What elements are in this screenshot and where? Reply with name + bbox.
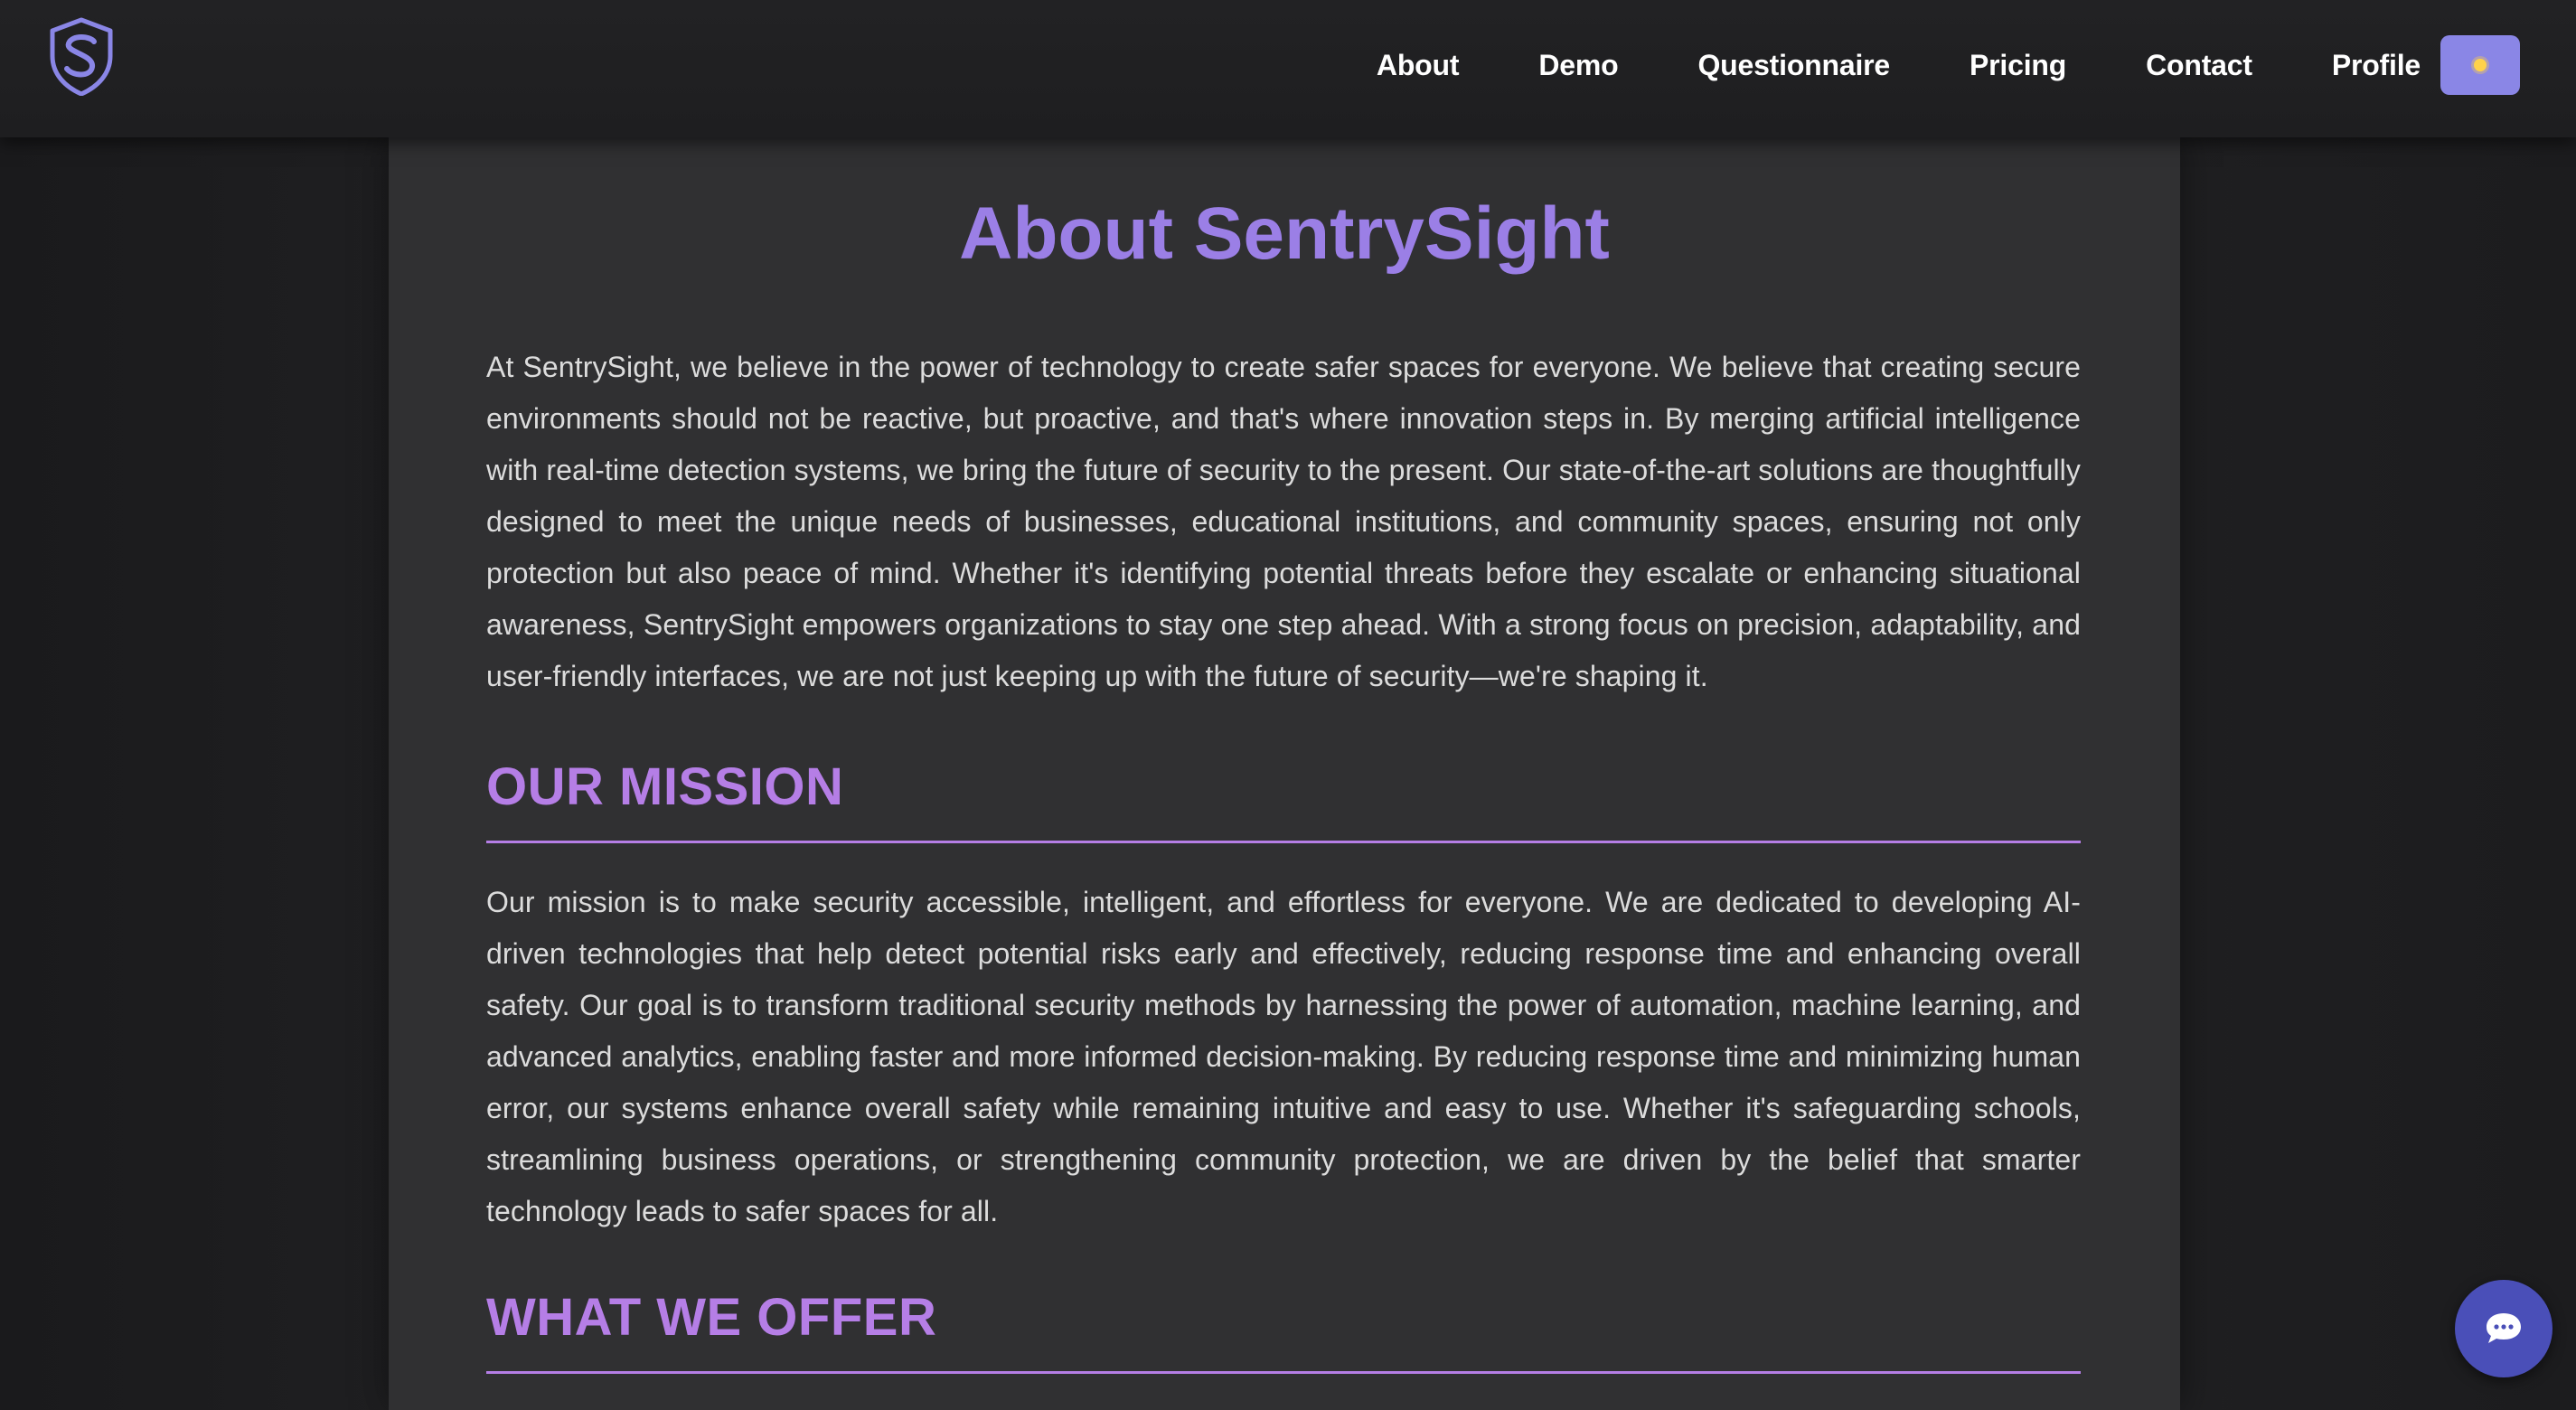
nav-demo-link[interactable]: Demo — [1538, 49, 1618, 82]
page-title: About SentrySight — [959, 193, 1610, 275]
sun-icon — [2474, 59, 2487, 71]
chat-bubble-icon — [2487, 1313, 2521, 1343]
nav-profile-link[interactable]: Profile — [2332, 49, 2421, 82]
main-nav: About Demo Questionnaire Pricing Contact… — [1377, 0, 2576, 130]
nav-about-link[interactable]: About — [1377, 49, 1460, 82]
intro-paragraph: At SentrySight, we believe in the power … — [486, 351, 2081, 692]
theme-toggle-button[interactable] — [2440, 35, 2520, 95]
mission-paragraph: Our mission is to make security accessib… — [486, 886, 2081, 1227]
shield-s-logo-icon[interactable] — [47, 16, 116, 96]
offer-heading: WHAT WE OFFER — [486, 1287, 2081, 1374]
chat-button[interactable] — [2455, 1280, 2552, 1377]
site-header: About Demo Questionnaire Pricing Contact… — [0, 0, 2576, 137]
nav-contact-link[interactable]: Contact — [2146, 49, 2252, 82]
mission-heading: OUR MISSION — [486, 757, 2081, 843]
about-content-panel: About SentrySight At SentrySight, we bel… — [389, 137, 2180, 1410]
nav-questionnaire-link[interactable]: Questionnaire — [1697, 49, 1890, 82]
nav-pricing-link[interactable]: Pricing — [1970, 49, 2066, 82]
